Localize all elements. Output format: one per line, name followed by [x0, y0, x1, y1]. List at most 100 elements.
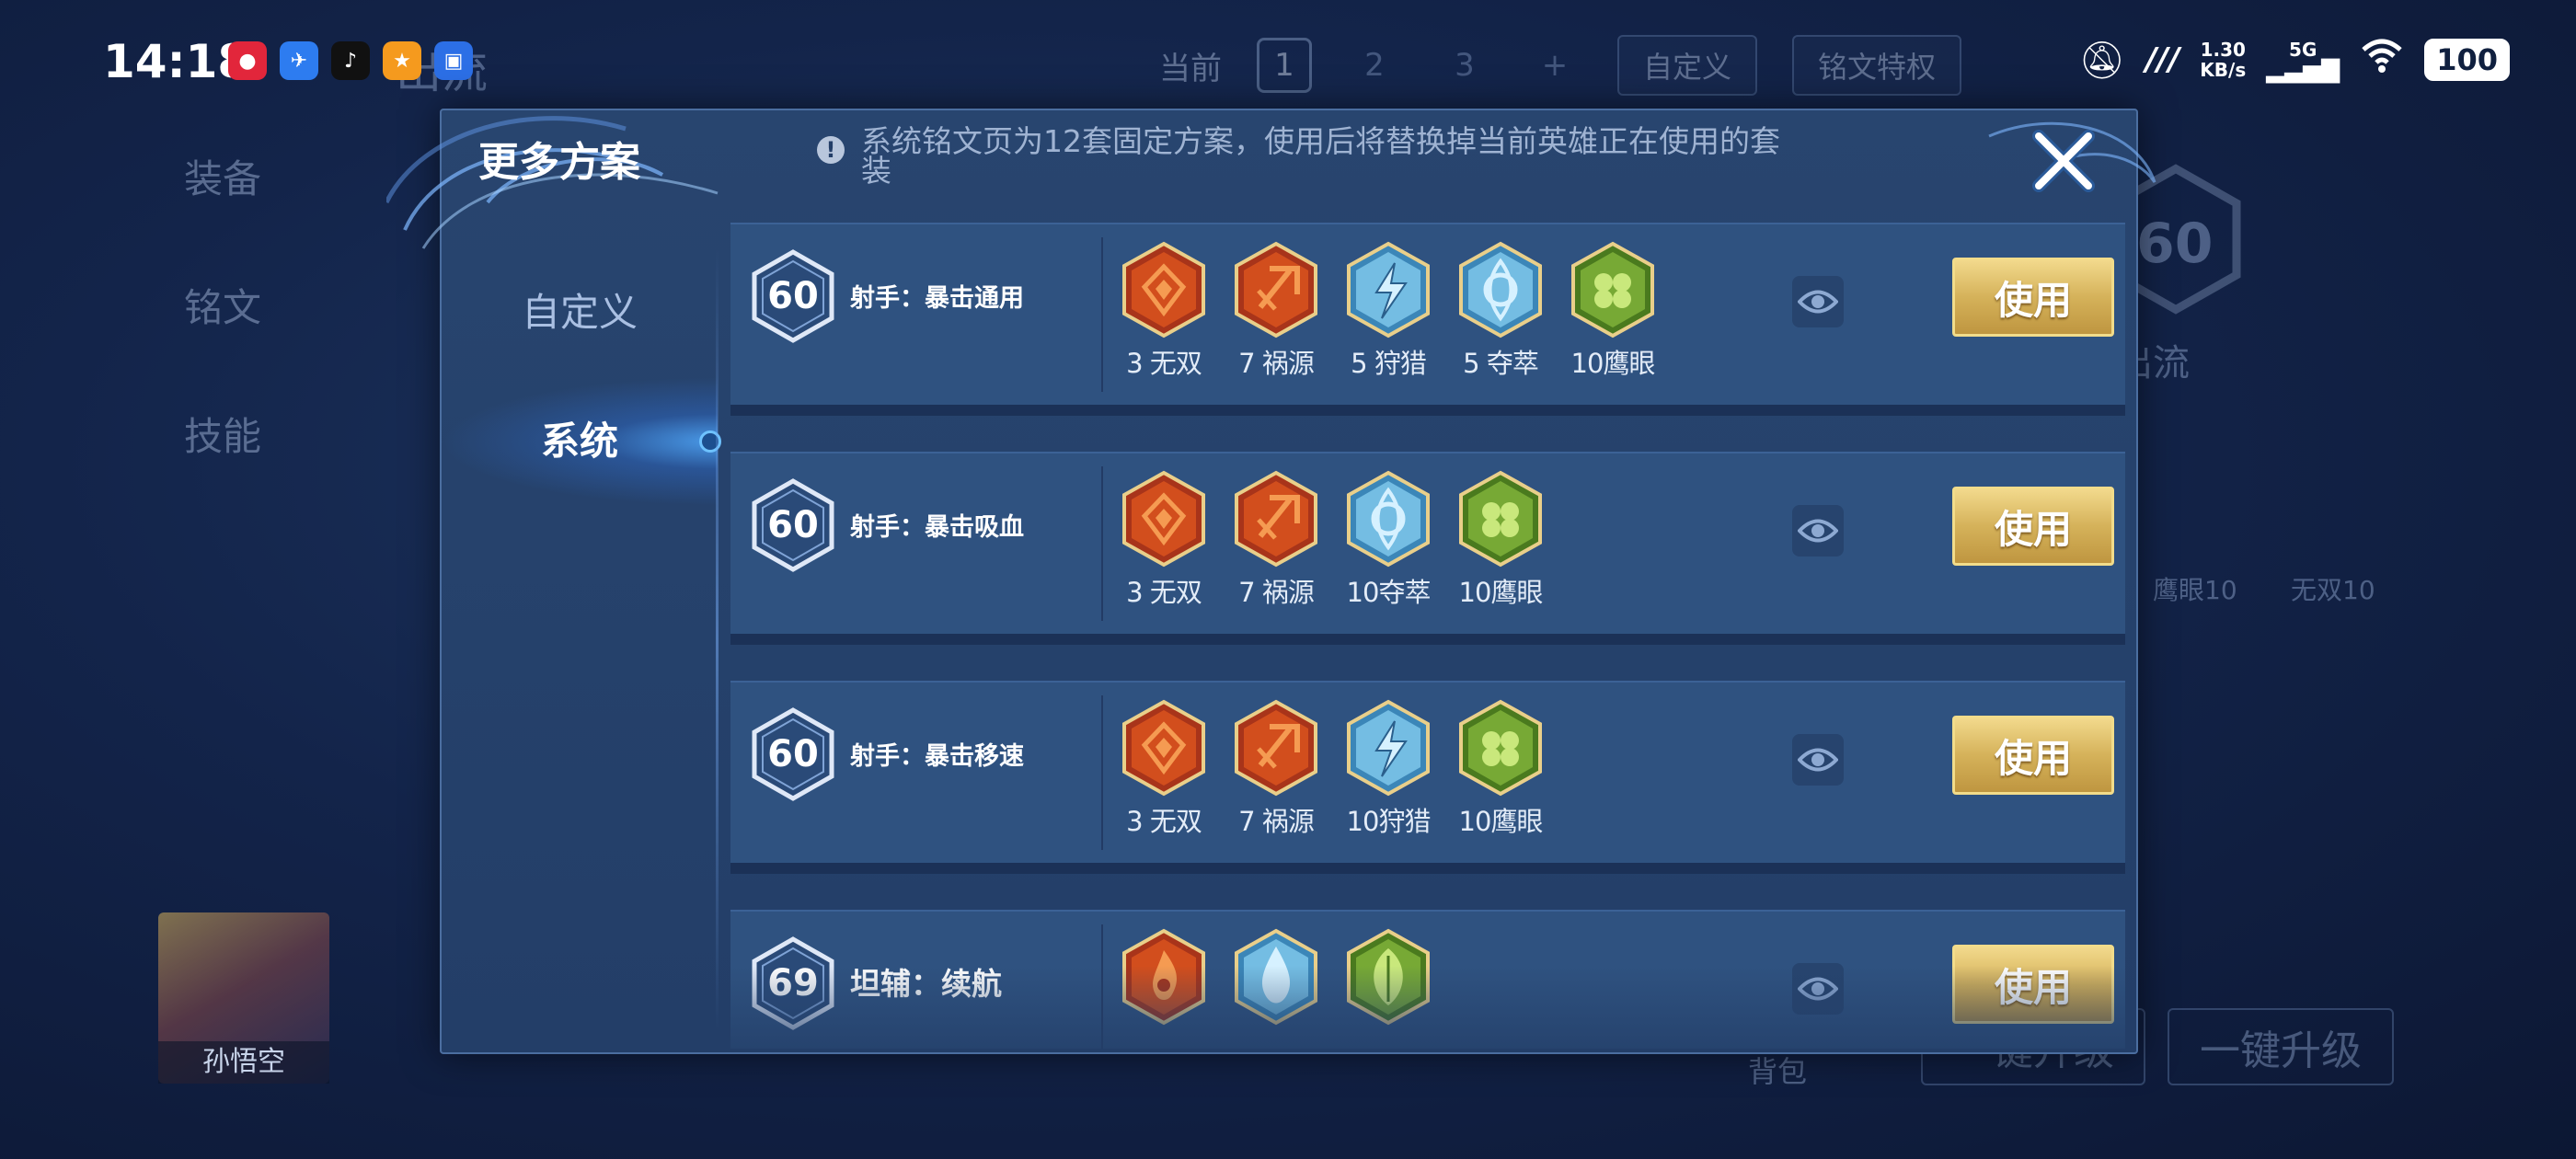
battery-indicator: 100 [2424, 39, 2510, 81]
blue-bolt-rune-icon [1345, 241, 1432, 339]
tiktok-icon: ♪ [331, 41, 370, 80]
bg-menu-skills: 技能 [184, 414, 262, 459]
plan-type-tabs: 自定义 系统 [442, 248, 721, 506]
rune-item[interactable]: 7 祸源 [1233, 699, 1319, 839]
preview-eye-icon[interactable] [1792, 963, 1844, 1015]
rune-item[interactable]: 10鹰眼 [1457, 470, 1544, 610]
bg-upgrade-button: 一键升级 [2168, 1008, 2394, 1085]
bg-level-number: 60 [2136, 212, 2214, 276]
red-flame-rune-icon [1121, 470, 1207, 568]
blue-knot-rune-icon [1345, 470, 1432, 568]
rune-item[interactable]: 10狩猎 [1345, 699, 1432, 839]
dialog-title: 更多方案 [478, 139, 640, 186]
rune-item[interactable]: 3 无双 [1121, 241, 1207, 381]
red-flame-rune-icon [1121, 699, 1207, 797]
plan-divider [1101, 695, 1103, 850]
rune-label: 3 无双 [1126, 577, 1202, 608]
use-plan-button[interactable]: 使用 [1952, 487, 2114, 566]
rune-item[interactable]: 10鹰眼 [1570, 241, 1656, 381]
red-flame-rune-icon [1121, 241, 1207, 339]
blue-bolt-rune-icon [1345, 699, 1432, 797]
rune-label: 3 无双 [1126, 806, 1202, 837]
rune-item[interactable] [1121, 928, 1207, 1029]
rune-item[interactable]: 10鹰眼 [1457, 699, 1544, 839]
rune-label: 3 无双 [1126, 348, 1202, 379]
signal-bars-icon: ▂▃▅▇ [2266, 56, 2340, 84]
tab-custom-label: 自定义 [521, 290, 638, 335]
use-plan-button[interactable]: 使用 [1952, 716, 2114, 795]
rune-item[interactable] [1233, 928, 1319, 1029]
plan-row: 60 射手：暴击吸血 3 无双 7 祸源 10夺萃 10鹰眼 使用 [730, 452, 2125, 645]
rune-item[interactable]: 10夺萃 [1345, 470, 1432, 610]
use-plan-button[interactable]: 使用 [1952, 945, 2114, 1024]
rune-label: 10鹰眼 [1458, 577, 1544, 608]
blue-knot-rune-icon [1457, 241, 1544, 339]
green-clover-rune-icon [1457, 470, 1544, 568]
preview-eye-icon[interactable] [1792, 505, 1844, 557]
rune-item[interactable] [1345, 928, 1432, 1029]
rune-item[interactable]: 7 祸源 [1233, 470, 1319, 610]
plan-divider [1101, 924, 1103, 1049]
rune-label: 7 祸源 [1238, 806, 1315, 837]
plan-level-badge-icon: 60 [751, 248, 835, 344]
rune-label: 5 夺萃 [1463, 348, 1539, 379]
rune-label: 7 祸源 [1238, 348, 1315, 379]
plan-level: 69 [767, 962, 819, 1004]
rune-item[interactable]: 3 无双 [1121, 470, 1207, 610]
red-axe-rune-icon [1233, 470, 1319, 568]
plan-level: 60 [767, 275, 819, 317]
bg-rune-label-1: 鹰眼10 [2153, 575, 2237, 605]
more-plans-dialog: 更多方案 ! 系统铭文页为12套固定方案，使用后将替换掉当前英雄正在使用的套装 … [386, 109, 2156, 1054]
rune-label: 10狩猎 [1346, 806, 1432, 837]
network-speed-value: 1.30 [2200, 39, 2246, 61]
rune-label: 7 祸源 [1238, 577, 1315, 608]
rune-item[interactable]: 3 无双 [1121, 699, 1207, 839]
rune-label: 10鹰眼 [1570, 348, 1656, 379]
tab-custom[interactable]: 自定义 [442, 248, 718, 377]
network-speed-unit: KB/s [2200, 59, 2247, 81]
app-red-icon: ● [228, 41, 267, 80]
preview-eye-icon[interactable] [1792, 276, 1844, 327]
mute-icon: 🔕︎ [2078, 39, 2125, 82]
app-chat-icon: ▣ [434, 41, 473, 80]
plan-runes: 3 无双 7 祸源 10夺萃 10鹰眼 [1121, 470, 1544, 610]
preview-eye-icon[interactable] [1792, 734, 1844, 786]
bg-menu-equipment: 装备 [184, 156, 262, 201]
plan-runes: 3 无双 7 祸源 10狩猎 10鹰眼 [1121, 699, 1544, 839]
plan-level-badge-icon: 60 [751, 706, 835, 802]
app-orange-icon: ★ [383, 41, 421, 80]
bg-left-menu: 装备 铭文 技能 [184, 138, 261, 524]
rune-label: 5 狩猎 [1351, 348, 1427, 379]
dialog-info-text: 系统铭文页为12套固定方案，使用后将替换掉当前英雄正在使用的套装 [861, 123, 1780, 189]
red-fire-rune-icon [1121, 928, 1207, 1026]
plan-row: 69 坦辅：续航 使用 [730, 910, 2125, 1049]
use-plan-button[interactable]: 使用 [1952, 258, 2114, 337]
rune-item[interactable]: 5 夺萃 [1457, 241, 1544, 381]
green-clover-rune-icon [1457, 699, 1544, 797]
rune-item[interactable]: 5 狩猎 [1345, 241, 1432, 381]
app-blue-icon: ✈ [280, 41, 318, 80]
plan-name: 射手：暴击通用 [850, 284, 1024, 313]
rune-label: 10鹰眼 [1458, 806, 1544, 837]
status-bar: 14:18 ● ✈ ♪ ★ ▣ 🔕︎ /// 1.30 KB/s 5G ▂▃▅▇… [0, 0, 2576, 88]
tab-system[interactable]: 系统 [442, 377, 721, 506]
signal-indicator: 5G ▂▃▅▇ [2266, 40, 2340, 84]
plan-level-badge-icon: 69 [751, 935, 835, 1031]
plan-row: 60 射手：暴击通用 3 无双 7 祸源 5 狩猎 5 夺萃 10鹰眼 使用 [730, 223, 2125, 416]
plan-list[interactable]: 60 射手：暴击通用 3 无双 7 祸源 5 狩猎 5 夺萃 10鹰眼 使用 60 射手：暴击吸血… [730, 223, 2125, 1049]
rune-label: 10夺萃 [1346, 577, 1432, 608]
red-axe-rune-icon [1233, 699, 1319, 797]
plan-row: 60 射手：暴击移速 3 无双 7 祸源 10狩猎 10鹰眼 使用 [730, 681, 2125, 874]
tab-system-label: 系统 [540, 419, 618, 464]
plan-name: 射手：暴击吸血 [850, 513, 1024, 542]
status-app-icons: ● ✈ ♪ ★ ▣ [228, 41, 473, 80]
close-icon[interactable] [2028, 125, 2099, 197]
plan-divider [1101, 466, 1103, 621]
rune-item[interactable]: 7 祸源 [1233, 241, 1319, 381]
network-speed: 1.30 KB/s [2200, 40, 2246, 80]
green-leaf-rune-icon [1345, 928, 1432, 1026]
plan-divider [1101, 237, 1103, 392]
side-divider [716, 248, 719, 1030]
blue-drop-rune-icon [1233, 928, 1319, 1026]
brand-icon: /// [2145, 41, 2180, 78]
